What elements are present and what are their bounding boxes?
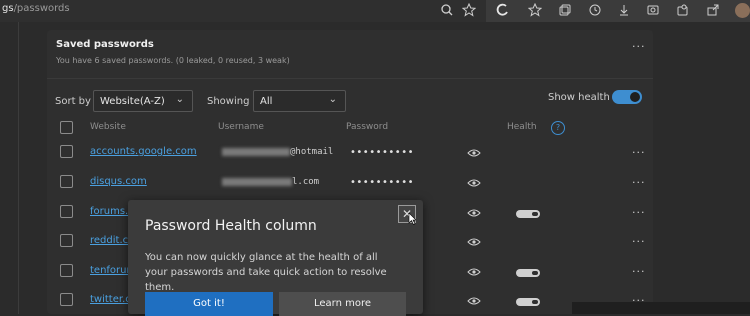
extensions-icon[interactable] bbox=[676, 3, 690, 17]
got-it-button[interactable]: Got it! bbox=[145, 292, 273, 316]
showing-label: Showing bbox=[207, 96, 250, 107]
sort-by-label: Sort by bbox=[55, 96, 91, 107]
share-icon[interactable] bbox=[706, 3, 720, 17]
row-checkbox[interactable] bbox=[60, 293, 73, 306]
row-checkbox[interactable] bbox=[60, 234, 73, 247]
row-more-button[interactable]: ··· bbox=[632, 147, 646, 158]
column-header-password: Password bbox=[346, 122, 389, 132]
username-redaction bbox=[222, 147, 290, 156]
sort-by-value: Website(A-Z) bbox=[100, 96, 165, 107]
mouse-cursor-icon bbox=[408, 213, 416, 225]
weak-password-health-icon[interactable] bbox=[516, 269, 540, 277]
sort-by-select[interactable]: Website(A-Z) ⌄ bbox=[93, 90, 193, 112]
show-password-eye-icon[interactable] bbox=[467, 178, 481, 188]
row-checkbox[interactable] bbox=[60, 145, 73, 158]
popup-title: Password Health column bbox=[145, 218, 317, 234]
row-more-button[interactable]: ··· bbox=[632, 266, 646, 277]
row-checkbox[interactable] bbox=[60, 264, 73, 277]
showing-select[interactable]: All ⌄ bbox=[253, 90, 346, 112]
screenshot-icon[interactable] bbox=[646, 3, 660, 17]
browser-essentials-icon[interactable] bbox=[496, 3, 510, 17]
show-password-eye-icon[interactable] bbox=[467, 296, 481, 306]
row-website-link[interactable]: twitter.c bbox=[90, 294, 131, 305]
favorites-icon[interactable] bbox=[528, 3, 542, 17]
section-title: Saved passwords bbox=[56, 39, 154, 50]
row-website-link[interactable]: forums.r bbox=[90, 206, 132, 217]
health-help-icon[interactable]: ? bbox=[551, 121, 565, 135]
row-checkbox[interactable] bbox=[60, 175, 73, 188]
row-more-button[interactable]: ··· bbox=[632, 177, 646, 188]
row-username: @hotmail bbox=[222, 147, 333, 157]
popup-text: You can now quickly glance at the health… bbox=[145, 252, 387, 293]
downloads-icon[interactable] bbox=[617, 3, 631, 17]
show-health-label: Show health bbox=[548, 92, 610, 103]
username-redaction bbox=[222, 177, 292, 186]
address-bar[interactable]: gs/passwords bbox=[0, 0, 486, 22]
row-checkbox[interactable] bbox=[60, 205, 73, 218]
column-header-health: Health bbox=[507, 122, 537, 132]
column-header-username[interactable]: Username bbox=[218, 122, 264, 132]
show-password-eye-icon[interactable] bbox=[467, 208, 481, 218]
row-website-link[interactable]: reddit.c bbox=[90, 235, 128, 246]
row-website-link[interactable]: disqus.com bbox=[90, 176, 147, 187]
section-divider bbox=[47, 78, 653, 79]
browser-toolbar: gs/passwords bbox=[0, 0, 750, 22]
show-password-eye-icon[interactable] bbox=[467, 237, 481, 247]
history-icon[interactable] bbox=[588, 3, 602, 17]
select-all-checkbox[interactable] bbox=[60, 121, 73, 134]
row-more-button[interactable]: ··· bbox=[632, 207, 646, 218]
toggle-knob bbox=[630, 92, 640, 102]
show-password-eye-icon[interactable] bbox=[467, 267, 481, 277]
show-health-toggle[interactable] bbox=[612, 90, 642, 104]
row-password: •••••••••• bbox=[350, 177, 414, 188]
profile-avatar[interactable] bbox=[735, 3, 750, 18]
sidebar-divider bbox=[18, 22, 19, 314]
password-health-teaching-popup: Password Health column You can now quick… bbox=[128, 200, 423, 316]
section-subtitle: You have 6 saved passwords. (0 leaked, 0… bbox=[56, 56, 290, 65]
weak-password-health-icon[interactable] bbox=[516, 210, 540, 218]
taskbar-fragment bbox=[572, 302, 750, 314]
favorite-add-icon[interactable] bbox=[462, 3, 476, 17]
collections-icon[interactable] bbox=[558, 3, 572, 17]
row-website-link[interactable]: accounts.google.com bbox=[90, 146, 197, 157]
learn-more-button[interactable]: Learn more bbox=[279, 292, 406, 316]
showing-value: All bbox=[260, 96, 273, 107]
chevron-down-icon: ⌄ bbox=[175, 94, 184, 105]
section-more-button[interactable]: ··· bbox=[632, 41, 646, 52]
zoom-icon[interactable] bbox=[440, 3, 454, 17]
row-password: •••••••••• bbox=[350, 147, 414, 158]
weak-password-health-icon[interactable] bbox=[516, 298, 540, 306]
address-bar-url[interactable]: gs/passwords bbox=[2, 3, 70, 14]
column-header-website[interactable]: Website bbox=[90, 122, 126, 132]
row-more-button[interactable]: ··· bbox=[632, 236, 646, 247]
show-password-eye-icon[interactable] bbox=[467, 148, 481, 158]
row-username: l.com bbox=[222, 177, 319, 187]
chevron-down-icon: ⌄ bbox=[328, 94, 337, 105]
